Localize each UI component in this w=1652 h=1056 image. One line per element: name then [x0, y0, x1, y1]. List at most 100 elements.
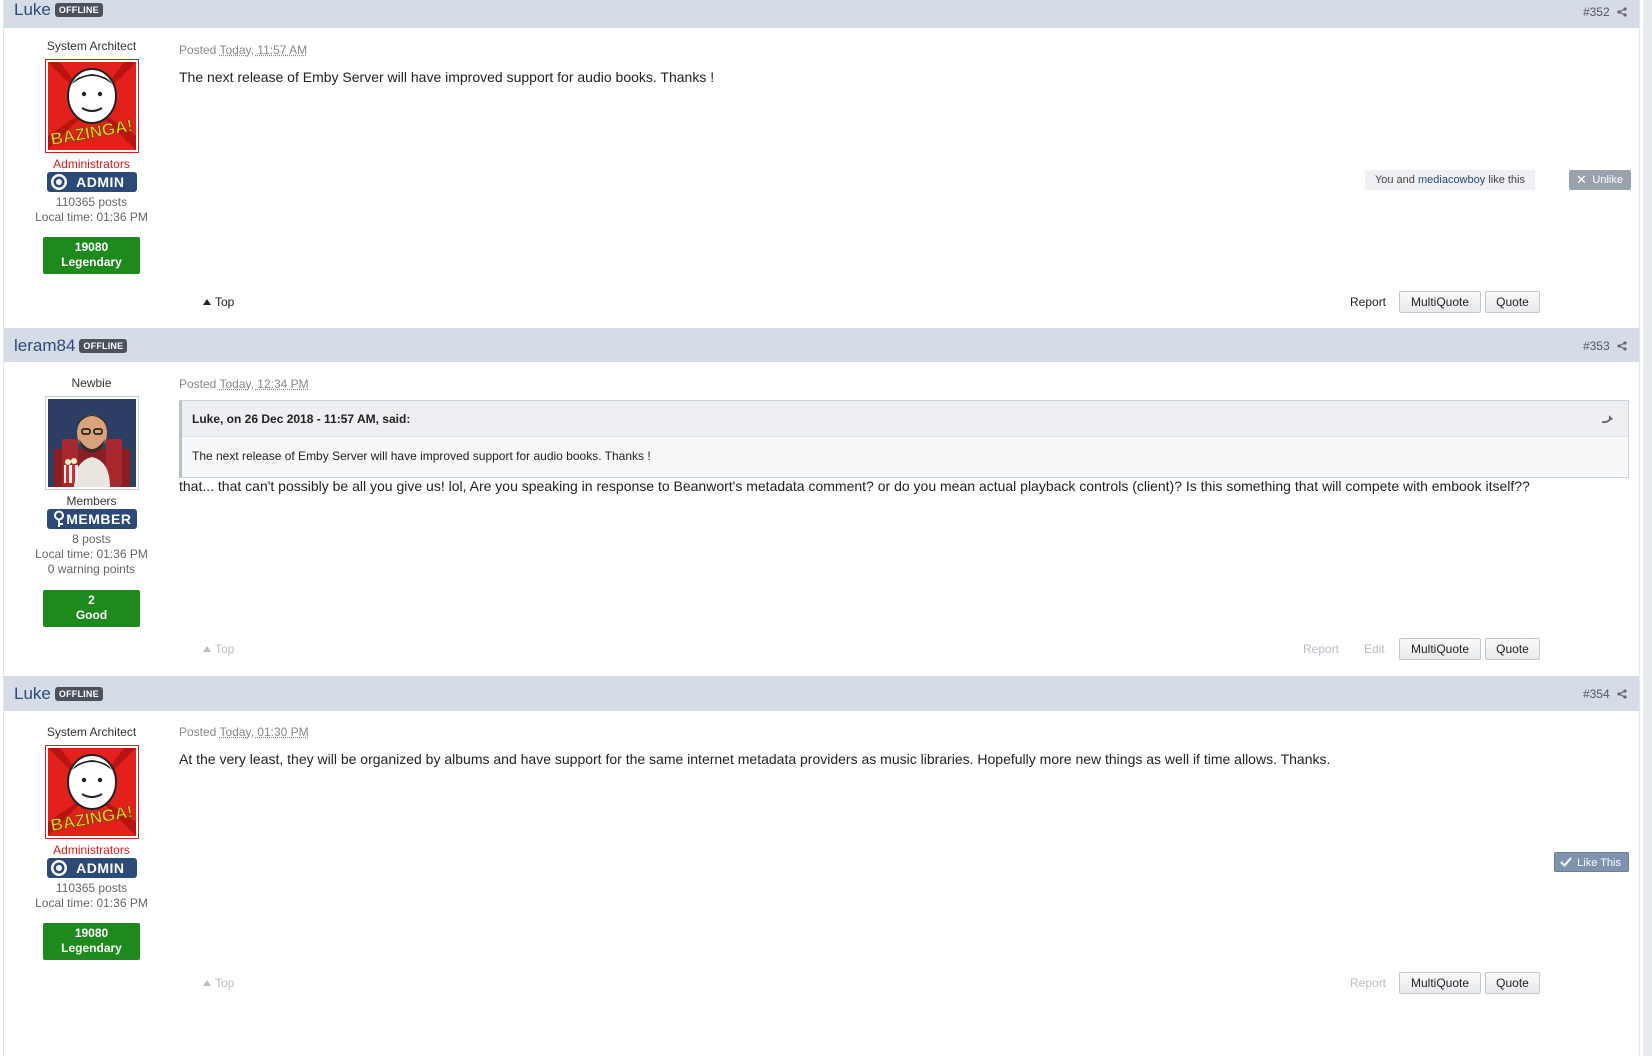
- post-number-text[interactable]: #353: [1583, 339, 1610, 353]
- author-link[interactable]: Luke OFFLINE: [14, 683, 103, 705]
- report-link[interactable]: Report: [1303, 642, 1339, 656]
- posted-label: Posted: [179, 43, 217, 57]
- back-to-top-link[interactable]: Top: [203, 295, 234, 309]
- member-key-icon: [53, 510, 64, 527]
- likes-suffix: like this: [1488, 174, 1525, 186]
- likes-prefix: You and: [1374, 174, 1415, 186]
- quote-button[interactable]: Quote: [1485, 291, 1540, 313]
- post-header: Luke OFFLINE #352: [4, 0, 1639, 28]
- local-time: Local time: 01:36 PM: [35, 896, 148, 910]
- reputation-value: 19080: [74, 926, 109, 940]
- group-name: Administrators: [53, 843, 130, 857]
- multiquote-button[interactable]: MultiQuote: [1399, 638, 1481, 660]
- post-count: 110365 posts: [55, 195, 128, 209]
- post-number-link[interactable]: #352: [1583, 5, 1627, 19]
- share-icon[interactable]: [1617, 7, 1627, 17]
- author-sidebar: System Architect BAZINGA! Administrators…: [4, 711, 179, 960]
- post-number-link[interactable]: #353: [1583, 339, 1627, 353]
- user-title: Newbie: [71, 376, 112, 390]
- up-triangle-icon: [203, 299, 211, 305]
- group-name: Administrators: [53, 157, 130, 171]
- like-label[interactable]: Like This: [1577, 857, 1621, 869]
- admin-rank-badge: ADMIN: [46, 172, 137, 192]
- rank-badge-label: ADMIN: [76, 860, 125, 876]
- author-name-text[interactable]: Luke: [14, 0, 51, 19]
- edit-link[interactable]: Edit: [1364, 642, 1385, 656]
- top-label[interactable]: Top: [215, 642, 234, 656]
- quote-button[interactable]: Quote: [1485, 972, 1540, 994]
- post-number-text[interactable]: #354: [1583, 687, 1610, 701]
- post-content: The next release of Emby Server will hav…: [179, 69, 715, 85]
- post-content: that... that can't possibly be all you g…: [179, 478, 1530, 494]
- offline-badge: OFFLINE: [54, 3, 103, 17]
- admin-gear-icon: [50, 174, 67, 190]
- report-link[interactable]: Report: [1350, 976, 1386, 990]
- post-date: Posted Today, 01:30 PM: [179, 725, 309, 739]
- admin-rank-badge: ADMIN: [46, 858, 137, 878]
- offline-badge: OFFLINE: [79, 339, 128, 353]
- reputation-label: Legendary: [61, 941, 122, 955]
- admin-gear-icon: [50, 860, 67, 876]
- checkmark-icon: [1560, 857, 1572, 867]
- post-353: leram84 OFFLINE #353 Newbie Members MEMB…: [3, 328, 1640, 675]
- reputation-label: Legendary: [61, 255, 122, 269]
- posted-timestamp: Today, 11:57 AM: [219, 43, 308, 57]
- likes-bar: You and mediacowboy like this: [1364, 170, 1535, 190]
- multiquote-button[interactable]: MultiQuote: [1399, 972, 1481, 994]
- author-name-text[interactable]: leram84: [14, 336, 75, 355]
- post-date: Posted Today, 11:57 AM: [179, 43, 307, 57]
- reputation-value: 19080: [74, 240, 109, 254]
- posted-label: Posted: [179, 725, 217, 739]
- offline-badge: OFFLINE: [54, 687, 103, 701]
- group-name: Members: [66, 494, 117, 508]
- posted-timestamp: Today, 12:34 PM: [219, 377, 309, 391]
- post-header: Luke OFFLINE #354: [4, 676, 1639, 711]
- top-label[interactable]: Top: [215, 976, 234, 990]
- user-title: System Architect: [46, 39, 137, 53]
- page-scroll-gutter: [1643, 0, 1652, 1056]
- close-x-icon: ✕: [1576, 172, 1587, 187]
- reputation-value: 2: [88, 593, 95, 607]
- author-sidebar: Newbie Members MEMBER 8 posts Local time…: [4, 362, 179, 627]
- quote-text: The next release of Emby Server will hav…: [192, 449, 651, 463]
- report-link[interactable]: Report: [1350, 295, 1386, 309]
- quote-button[interactable]: Quote: [1485, 638, 1540, 660]
- avatar[interactable]: [44, 396, 139, 490]
- author-name-text[interactable]: Luke: [14, 684, 51, 703]
- user-title: System Architect: [46, 725, 137, 739]
- top-label[interactable]: Top: [215, 295, 234, 309]
- reputation-box: 19080 Legendary: [43, 237, 140, 274]
- member-rank-badge: MEMBER: [46, 509, 137, 529]
- bitmoji-avatar-image: [47, 399, 136, 487]
- author-link[interactable]: leram84 OFFLINE: [14, 335, 128, 357]
- quote-block: Luke, on 26 Dec 2018 - 11:57 AM, said: T…: [179, 400, 1629, 478]
- post-number-link[interactable]: #354: [1583, 687, 1627, 701]
- bazinga-avatar-image: BAZINGA!: [47, 748, 136, 836]
- post-count: 110365 posts: [55, 881, 128, 895]
- quote-arrow-icon[interactable]: [1600, 413, 1614, 425]
- avatar[interactable]: BAZINGA!: [44, 59, 139, 153]
- forum-topic-page: Luke OFFLINE #352 System Architect BAZING…: [0, 0, 1652, 1056]
- posted-timestamp: Today, 01:30 PM: [219, 725, 309, 739]
- reputation-label: Good: [75, 608, 108, 622]
- unlike-button[interactable]: ✕ Unlike: [1569, 170, 1631, 190]
- author-link[interactable]: Luke OFFLINE: [14, 0, 103, 21]
- avatar[interactable]: BAZINGA!: [44, 745, 139, 839]
- share-icon[interactable]: [1617, 689, 1627, 699]
- back-to-top-link[interactable]: Top: [203, 642, 234, 656]
- post-354: Luke OFFLINE #354 System Architect BAZING…: [3, 676, 1640, 1056]
- up-triangle-icon: [203, 646, 211, 652]
- reputation-box: 19080 Legendary: [43, 923, 140, 960]
- post-number-text[interactable]: #352: [1583, 5, 1610, 19]
- post-352: Luke OFFLINE #352 System Architect BAZING…: [3, 0, 1640, 328]
- share-icon[interactable]: [1617, 341, 1627, 351]
- post-content: At the very least, they will be organize…: [179, 751, 1331, 767]
- local-time: Local time: 01:36 PM: [35, 547, 148, 561]
- likes-user-link[interactable]: mediacowboy: [1418, 174, 1485, 186]
- unlike-label[interactable]: Unlike: [1592, 174, 1623, 186]
- like-this-button[interactable]: Like This: [1554, 852, 1629, 872]
- multiquote-button[interactable]: MultiQuote: [1399, 291, 1481, 313]
- back-to-top-link[interactable]: Top: [203, 976, 234, 990]
- warning-points: 0 warning points: [47, 562, 136, 576]
- rank-badge-label: ADMIN: [76, 174, 125, 190]
